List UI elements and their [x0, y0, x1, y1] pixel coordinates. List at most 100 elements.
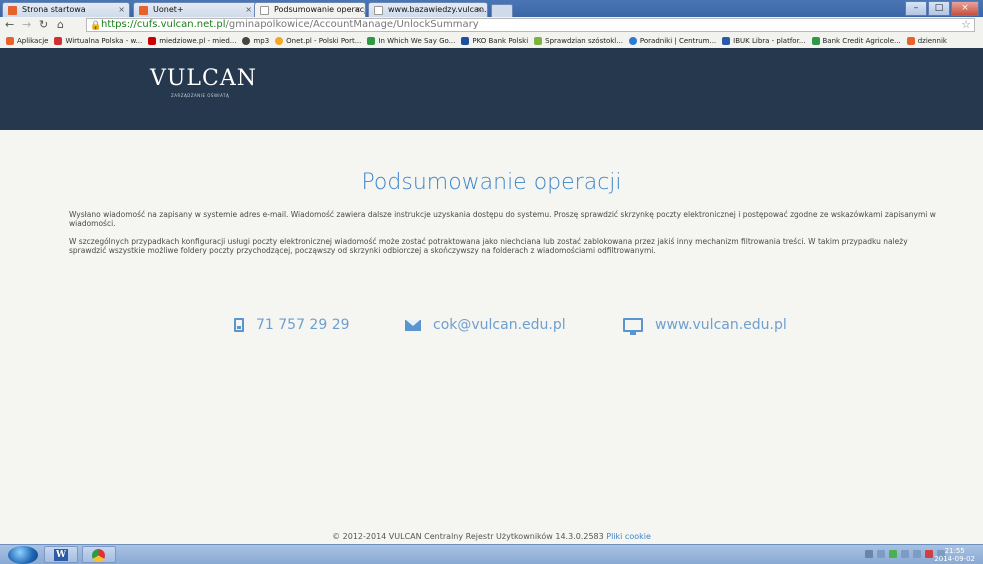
bookmark-item[interactable]: Bank Credit Agricole...: [811, 37, 901, 45]
book-icon: [722, 37, 731, 45]
bookmark-label: Poradniki | Centrum...: [639, 37, 717, 45]
bookmark-item[interactable]: miedziowe.pl - mied...: [148, 37, 236, 45]
maximize-button[interactable]: □: [928, 1, 950, 16]
page-icon: [260, 6, 269, 15]
bank-icon: [811, 37, 820, 45]
bookmark-item[interactable]: Aplikacje: [6, 37, 48, 45]
bookmark-label: mp3: [253, 37, 270, 45]
arrow-icon[interactable]: [877, 550, 885, 558]
clock-date: 2014-09-02: [934, 555, 975, 563]
bookmark-label: Wirtualna Polska - w...: [65, 37, 143, 45]
close-tab-icon[interactable]: ×: [476, 3, 483, 17]
minimize-button[interactable]: –: [905, 1, 927, 16]
chrome-taskbar-button[interactable]: [82, 546, 116, 563]
bookmark-label: IBUK Libra - platfor...: [733, 37, 806, 45]
clock[interactable]: 21:55 2014-09-02: [934, 547, 975, 563]
bookmark-label: miedziowe.pl - mied...: [159, 37, 237, 45]
onet-icon: [275, 37, 284, 45]
bookmark-item[interactable]: Sprawdzian szóstokl...: [534, 37, 623, 45]
system-tray: [865, 550, 945, 558]
monitor-icon: [623, 318, 643, 335]
new-tab-button[interactable]: [491, 4, 513, 17]
contact-website[interactable]: www.vulcan.edu.pl: [623, 317, 787, 335]
tab-label: Strona startowa: [22, 5, 86, 14]
url-host: cufs.vulcan.net.pl: [136, 19, 226, 30]
bookmarks-bar: Aplikacje Wirtualna Polska - w... miedzi…: [0, 34, 983, 49]
cookie-link[interactable]: Pliki cookie: [606, 532, 651, 541]
home-icon[interactable]: ⌂: [57, 18, 64, 32]
taskbar: W 21:55 2014-09-02: [0, 544, 983, 564]
reload-icon[interactable]: ↻: [39, 18, 48, 32]
bank-icon: [461, 37, 470, 45]
tab-label: www.bazawiedzy.vulcan.e: [388, 5, 488, 14]
page-title: Podsumowanie operacji: [361, 170, 622, 195]
page-icon: [374, 6, 383, 15]
bookmark-item[interactable]: IBUK Libra - platfor...: [722, 37, 806, 45]
bookmark-label: In Which We Say Go...: [378, 37, 456, 45]
apps-icon: [6, 37, 14, 45]
window-controls: – □ ×: [905, 1, 979, 16]
page-header: [0, 48, 983, 130]
bookmark-item[interactable]: mp3: [242, 37, 269, 45]
bookmark-item[interactable]: dziennik: [906, 37, 947, 45]
bookmark-label: Aplikacje: [17, 37, 49, 45]
email-address[interactable]: cok@vulcan.edu.pl: [433, 317, 566, 333]
bookmark-item[interactable]: Wirtualna Polska - w...: [54, 37, 142, 45]
keyboard-icon[interactable]: [865, 550, 873, 558]
bookmark-item[interactable]: Poradniki | Centrum...: [628, 37, 717, 45]
tab-bazawiedzy[interactable]: www.bazawiedzy.vulcan.e ×: [368, 2, 488, 17]
forward-arrow-icon[interactable]: →: [22, 18, 31, 32]
back-arrow-icon[interactable]: ←: [5, 18, 14, 32]
browser-toolbar: ← → ↻ ⌂ 🔒 https://cufs.vulcan.net.pl/gmin…: [0, 17, 983, 35]
website-link[interactable]: www.vulcan.edu.pl: [655, 317, 787, 333]
address-bar[interactable]: 🔒 https://cufs.vulcan.net.pl/gminapolkowi…: [86, 18, 975, 32]
tab-label: Uonet+: [153, 5, 184, 14]
tab-uonet[interactable]: Uonet+ ×: [133, 2, 257, 17]
favicon-icon: [139, 6, 148, 15]
word-taskbar-button[interactable]: W: [44, 546, 78, 563]
copyright-text: © 2012-2014 VULCAN Centralny Rejestr Uży…: [332, 532, 604, 541]
antivirus-icon[interactable]: [889, 550, 897, 558]
clock-time: 21:55: [944, 547, 965, 555]
bookmark-star-icon[interactable]: ☆: [961, 19, 971, 31]
tab-label: Podsumowanie operacji: [274, 5, 366, 14]
bookmark-label: dziennik: [917, 37, 947, 45]
phone-icon: [234, 318, 244, 332]
bookmark-item[interactable]: In Which We Say Go...: [367, 37, 455, 45]
close-tab-icon[interactable]: ×: [354, 3, 361, 17]
bookmark-item[interactable]: PKO Bank Polski: [461, 37, 528, 45]
word-icon: W: [54, 549, 68, 561]
logo-tagline: ZARZĄDZANIE OŚWIATĄ: [171, 93, 230, 98]
bookmark-label: Sprawdzian szóstokl...: [545, 37, 623, 45]
start-button[interactable]: [8, 546, 38, 564]
info-paragraph-2: W szczególnych przypadkach konfiguracji …: [69, 237, 908, 255]
lock-icon: 🔒: [90, 21, 102, 31]
site-icon: [628, 37, 637, 45]
close-tab-icon[interactable]: ×: [118, 3, 125, 17]
page-footer: © 2012-2014 VULCAN Centralny Rejestr Uży…: [0, 532, 983, 541]
flag-icon[interactable]: [925, 550, 933, 558]
phone-number: 71 757 29 29: [256, 317, 350, 333]
signal-icon[interactable]: [913, 550, 921, 558]
info-paragraph-1: Wysłano wiadomość na zapisany w systemie…: [69, 210, 936, 228]
diary-icon: [906, 37, 915, 45]
contact-phone: 71 757 29 29: [234, 317, 350, 333]
contact-email[interactable]: cok@vulcan.edu.pl: [405, 317, 566, 333]
bookmark-label: Onet.pl - Polski Port...: [286, 37, 362, 45]
music-icon: [242, 37, 251, 45]
site-icon: [148, 37, 157, 45]
close-window-button[interactable]: ×: [951, 1, 979, 16]
envelope-icon: [405, 319, 421, 331]
close-tab-icon[interactable]: ×: [245, 3, 252, 17]
url-path: /gminapolkowice/AccountManage/UnlockSumm…: [225, 19, 479, 30]
chrome-icon: [92, 549, 105, 562]
tab-podsumowanie-operacji[interactable]: Podsumowanie operacji ×: [254, 2, 366, 18]
url-scheme: https://: [101, 19, 137, 30]
network-icon[interactable]: [901, 550, 909, 558]
vulcan-logo[interactable]: VULCAN: [150, 66, 257, 91]
bookmark-item[interactable]: Onet.pl - Polski Port...: [275, 37, 361, 45]
bookmark-label: Bank Credit Agricole...: [822, 37, 901, 45]
tab-strip: Strona startowa × Uonet+ × Podsumowanie …: [0, 0, 983, 18]
wp-icon: [54, 37, 63, 45]
tab-strona-startowa[interactable]: Strona startowa ×: [2, 2, 130, 17]
